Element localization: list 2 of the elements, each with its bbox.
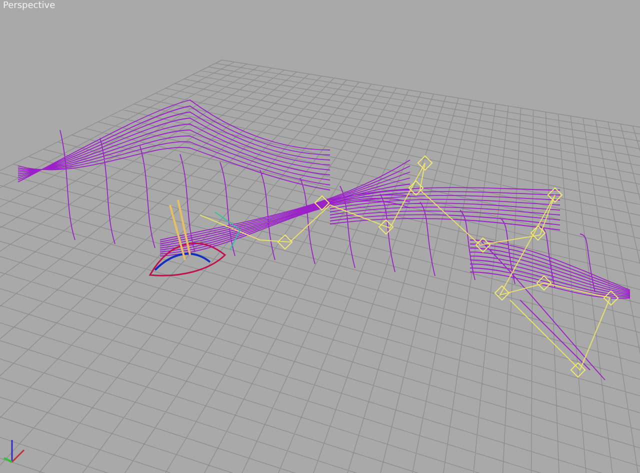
- viewport-label: Perspective: [3, 1, 56, 11]
- axis-gizmo-icon: [4, 440, 25, 463]
